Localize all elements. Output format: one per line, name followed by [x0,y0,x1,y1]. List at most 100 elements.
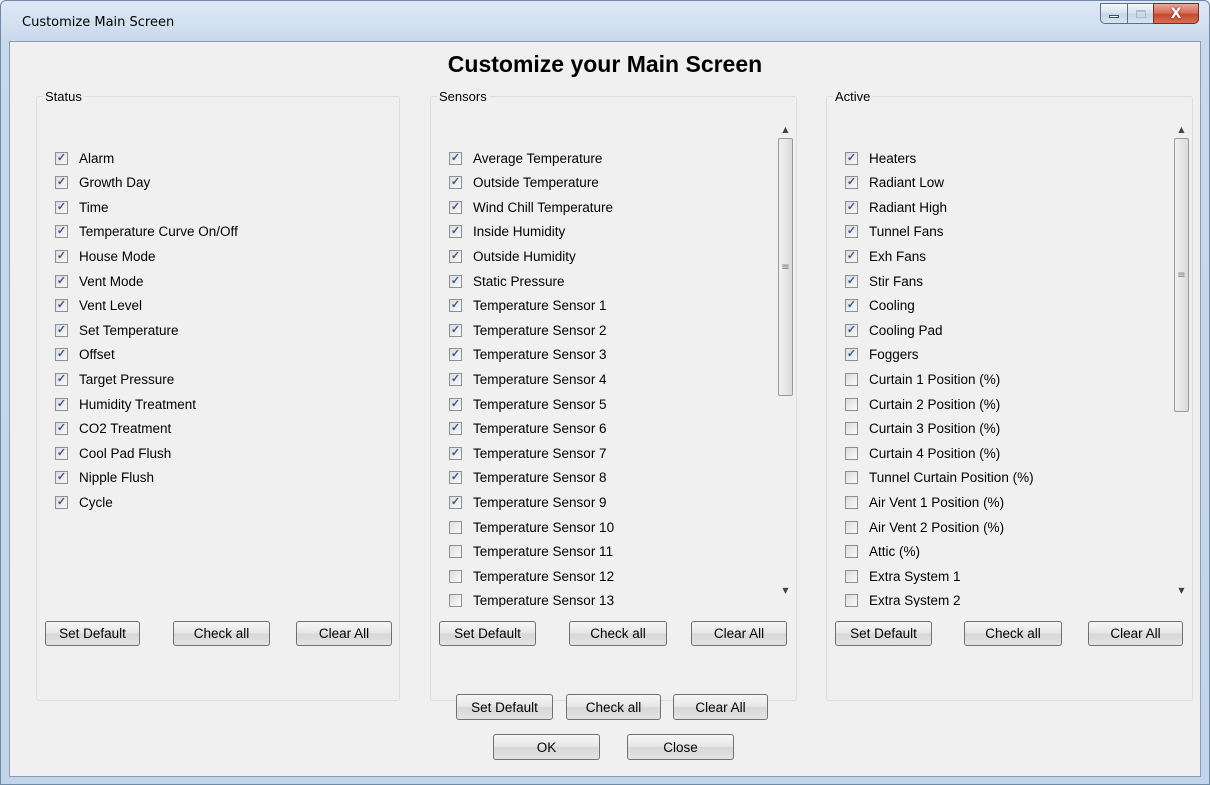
checkbox-checked[interactable] [55,176,68,190]
checkbox-checked[interactable] [449,323,462,337]
list-item[interactable]: Vent Mode [55,271,144,291]
checkbox-unchecked[interactable] [449,545,462,559]
checkbox-unchecked[interactable] [845,495,858,509]
list-item[interactable]: Temperature Sensor 11 [449,542,613,562]
scroll-down-arrow-icon[interactable]: ▼ [777,582,794,599]
list-item[interactable]: Average Temperature [449,148,602,168]
list-item[interactable]: Cycle [55,492,113,512]
list-item[interactable]: Temperature Sensor 9 [449,492,607,512]
scroll-thumb[interactable]: ≡ [778,138,793,396]
checkbox-checked[interactable] [55,495,68,509]
list-item[interactable]: Tunnel Fans [845,222,944,242]
ok-button[interactable]: OK [493,734,600,760]
scroll-thumb[interactable]: ≡ [1174,138,1189,412]
list-item[interactable]: Outside Temperature [449,173,599,193]
checkbox-checked[interactable] [845,200,858,214]
list-item[interactable]: Nipple Flush [55,468,154,488]
checkbox-checked[interactable] [55,249,68,263]
checkbox-checked[interactable] [845,249,858,263]
sensors-check-all-button[interactable]: Check all [569,621,667,646]
list-item[interactable]: Wind Chill Temperature [449,197,613,217]
list-item[interactable]: Air Vent 2 Position (%) [845,517,1004,537]
list-item[interactable]: Curtain 2 Position (%) [845,394,1000,414]
checkbox-unchecked[interactable] [845,397,858,411]
minimize-button[interactable] [1100,3,1127,24]
list-item[interactable]: Radiant High [845,197,947,217]
list-item[interactable]: Temperature Sensor 7 [449,443,607,463]
title-bar[interactable]: Customize Main Screen X [1,1,1209,41]
list-item[interactable]: Stir Fans [845,271,923,291]
list-item[interactable]: Vent Level [55,296,142,316]
checkbox-checked[interactable] [55,372,68,386]
list-item[interactable]: Cool Pad Flush [55,443,171,463]
list-item[interactable]: Air Vent 1 Position (%) [845,492,1004,512]
list-item[interactable]: Cooling [845,296,915,316]
checkbox-checked[interactable] [449,348,462,362]
checkbox-unchecked[interactable] [845,520,858,534]
scroll-up-arrow-icon[interactable]: ▲ [777,121,794,138]
list-item[interactable]: Extra System 2 [845,591,961,607]
checkbox-unchecked[interactable] [845,594,858,607]
checkbox-unchecked[interactable] [845,471,858,485]
list-item[interactable]: Temperature Sensor 10 [449,517,614,537]
status-check-all-button[interactable]: Check all [173,621,270,646]
checkbox-checked[interactable] [845,348,858,362]
checkbox-checked[interactable] [55,225,68,239]
scroll-up-arrow-icon[interactable]: ▲ [1173,121,1190,138]
list-item[interactable]: Target Pressure [55,369,174,389]
checkbox-checked[interactable] [449,200,462,214]
list-item[interactable]: Temperature Sensor 1 [449,296,607,316]
checkbox-checked[interactable] [55,200,68,214]
checkbox-checked[interactable] [449,397,462,411]
list-item[interactable]: Cooling Pad [845,320,943,340]
active-scrollbar[interactable]: ▲ ≡ ▼ [1173,121,1190,599]
list-item[interactable]: Temperature Sensor 13 [449,591,614,607]
checkbox-checked[interactable] [55,299,68,313]
checkbox-checked[interactable] [55,151,68,165]
list-item[interactable]: Inside Humidity [449,222,565,242]
checkbox-checked[interactable] [55,471,68,485]
list-item[interactable]: Alarm [55,148,114,168]
checkbox-checked[interactable] [449,446,462,460]
list-item[interactable]: Static Pressure [449,271,565,291]
sensors-scrollbar[interactable]: ▲ ≡ ▼ [777,121,794,599]
list-item[interactable]: Time [55,197,109,217]
checkbox-checked[interactable] [449,176,462,190]
status-set-default-button[interactable]: Set Default [45,621,140,646]
checkbox-checked[interactable] [55,323,68,337]
checkbox-checked[interactable] [55,446,68,460]
sensors-clear-all-button[interactable]: Clear All [691,621,787,646]
checkbox-checked[interactable] [449,299,462,313]
list-item[interactable]: Tunnel Curtain Position (%) [845,468,1034,488]
checkbox-checked[interactable] [845,323,858,337]
checkbox-unchecked[interactable] [845,446,858,460]
list-item[interactable]: Temperature Sensor 3 [449,345,607,365]
active-set-default-button[interactable]: Set Default [835,621,932,646]
checkbox-unchecked[interactable] [845,569,858,583]
list-item[interactable]: Curtain 3 Position (%) [845,419,1000,439]
list-item[interactable]: Humidity Treatment [55,394,196,414]
checkbox-unchecked[interactable] [845,372,858,386]
checkbox-checked[interactable] [449,225,462,239]
list-item[interactable]: Outside Humidity [449,246,576,266]
list-item[interactable]: Temperature Sensor 4 [449,369,607,389]
checkbox-checked[interactable] [845,151,858,165]
checkbox-unchecked[interactable] [845,422,858,436]
checkbox-unchecked[interactable] [449,569,462,583]
sensors-set-default-button[interactable]: Set Default [439,621,536,646]
checkbox-checked[interactable] [845,225,858,239]
checkbox-checked[interactable] [55,422,68,436]
list-item[interactable]: Temperature Sensor 5 [449,394,607,414]
list-item[interactable]: Temperature Sensor 6 [449,419,607,439]
list-item[interactable]: House Mode [55,246,156,266]
list-item[interactable]: Offset [55,345,115,365]
checkbox-checked[interactable] [845,299,858,313]
close-window-button[interactable]: X [1153,3,1199,24]
global-check-all-button[interactable]: Check all [566,694,661,720]
global-clear-all-button[interactable]: Clear All [673,694,768,720]
list-item[interactable]: Growth Day [55,173,150,193]
checkbox-checked[interactable] [449,274,462,288]
list-item[interactable]: Temperature Sensor 12 [449,566,614,586]
checkbox-checked[interactable] [449,495,462,509]
list-item[interactable]: Attic (%) [845,542,920,562]
